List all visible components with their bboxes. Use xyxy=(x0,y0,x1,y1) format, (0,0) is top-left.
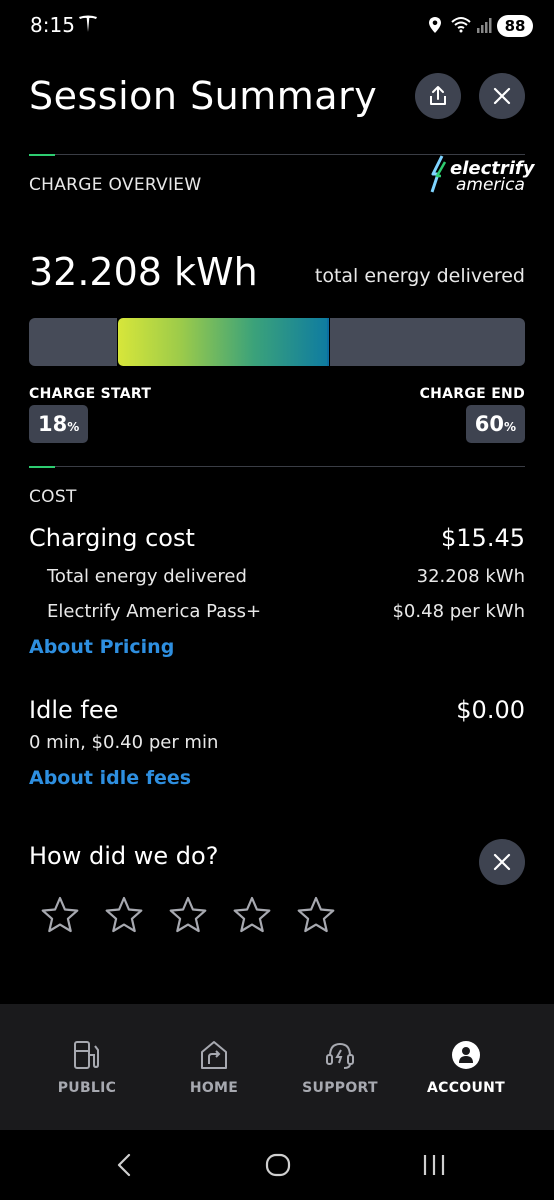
energy-delivered-value: 32.208 kWh xyxy=(416,566,525,587)
charge-bar-before xyxy=(29,318,117,366)
energy-total-value: 32.208 kWh xyxy=(29,250,258,294)
share-button[interactable] xyxy=(415,73,461,119)
nav-home[interactable]: HOME xyxy=(154,1004,274,1130)
recent-apps-icon[interactable] xyxy=(419,1150,449,1180)
charge-overview-heading: CHARGE OVERVIEW xyxy=(29,175,202,195)
charge-start-value: 18 xyxy=(38,412,68,436)
idle-fee-label: Idle fee xyxy=(29,696,119,724)
status-bar: 8:15 88 xyxy=(0,0,554,52)
nav-label: ACCOUNT xyxy=(426,1080,506,1096)
back-icon[interactable] xyxy=(110,1150,140,1180)
nav-public[interactable]: PUBLIC xyxy=(27,1004,147,1130)
charge-end-value: 60 xyxy=(474,412,504,436)
page-title: Session Summary xyxy=(29,74,378,118)
about-idle-fees-link[interactable]: About idle fees xyxy=(29,767,191,789)
pricing-plan-label: Electrify America Pass+ xyxy=(47,601,262,622)
charge-end-badge: 60% xyxy=(465,405,525,443)
nav-account[interactable]: ACCOUNT xyxy=(406,1004,526,1130)
charging-cost-value: $15.45 xyxy=(441,524,525,552)
electrify-america-logo: electrify america xyxy=(428,154,534,196)
idle-fee-value: $0.00 xyxy=(456,696,525,724)
star-icon[interactable] xyxy=(40,895,80,935)
energy-delivered-label: Total energy delivered xyxy=(47,566,247,587)
idle-fee-detail: 0 min, $0.40 per min xyxy=(29,732,219,753)
star-rating xyxy=(40,895,336,935)
star-icon[interactable] xyxy=(232,895,272,935)
nav-support[interactable]: SUPPORT xyxy=(280,1004,400,1130)
charge-end-label: CHARGE END xyxy=(419,386,525,402)
about-pricing-link[interactable]: About Pricing xyxy=(29,636,174,658)
nav-label: SUPPORT xyxy=(302,1080,378,1096)
charge-progress-bar xyxy=(29,318,525,366)
tesla-logo-icon xyxy=(79,15,97,32)
account-icon xyxy=(452,1041,480,1069)
system-navigation-bar xyxy=(0,1130,554,1200)
battery-indicator: 88 xyxy=(497,15,533,37)
status-time: 8:15 xyxy=(30,13,75,37)
close-icon xyxy=(493,853,511,871)
energy-total-caption: total energy delivered xyxy=(314,265,525,287)
electrify-america-mark-icon xyxy=(430,155,447,193)
charger-station-icon xyxy=(74,1041,99,1069)
close-icon xyxy=(493,87,511,105)
share-icon xyxy=(430,86,446,105)
percent-sign: % xyxy=(503,420,516,434)
close-button[interactable] xyxy=(479,73,525,119)
pricing-plan-value: $0.48 per kWh xyxy=(392,601,525,622)
nav-label: HOME xyxy=(189,1080,239,1096)
location-icon xyxy=(429,17,441,33)
section-divider xyxy=(29,466,525,468)
nav-label: PUBLIC xyxy=(57,1080,117,1096)
charge-start-badge: 18% xyxy=(29,405,89,443)
signal-icon xyxy=(477,18,492,33)
star-icon[interactable] xyxy=(104,895,144,935)
percent-sign: % xyxy=(67,420,80,434)
logo-text-america: america xyxy=(456,175,525,195)
support-headset-icon xyxy=(326,1042,354,1069)
charging-cost-label: Charging cost xyxy=(29,524,195,552)
charge-bar-added xyxy=(118,318,327,366)
rating-question: How did we do? xyxy=(29,842,219,870)
cost-heading: COST xyxy=(29,487,77,507)
star-icon[interactable] xyxy=(168,895,208,935)
bottom-navigation: PUBLIC HOME SUPPORT ACCOUNT xyxy=(0,1004,554,1130)
charge-bar-remaining xyxy=(330,318,525,366)
dismiss-rating-button[interactable] xyxy=(479,839,525,885)
wifi-icon xyxy=(451,17,471,33)
charge-bar-end-marker xyxy=(327,318,329,366)
home-charging-icon xyxy=(201,1041,227,1069)
star-icon[interactable] xyxy=(296,895,336,935)
charge-start-label: CHARGE START xyxy=(29,386,152,402)
home-icon[interactable] xyxy=(263,1150,293,1180)
